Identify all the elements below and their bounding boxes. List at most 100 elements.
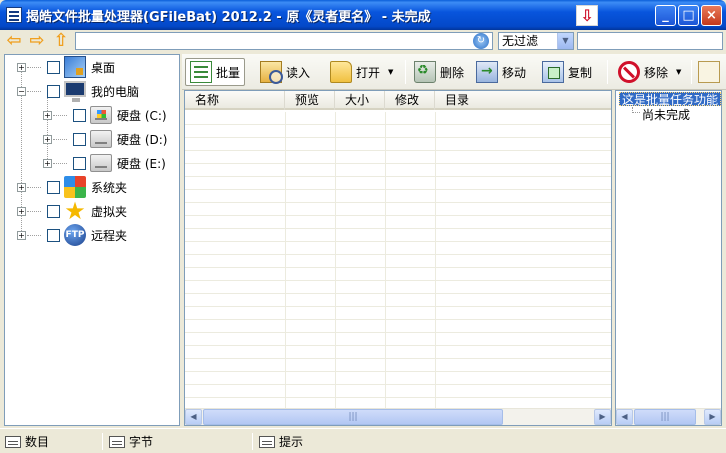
move-button[interactable]: 移动 xyxy=(476,58,526,86)
scroll-right-icon[interactable]: ▶ xyxy=(704,409,721,425)
expand-icon[interactable]: + xyxy=(17,182,26,192)
tree-item-virtual-folder[interactable]: + ★ 虚拟夹 xyxy=(17,197,128,225)
tree-item-label: 我的电脑 xyxy=(91,84,140,99)
scroll-thumb[interactable]: ||| xyxy=(634,409,696,425)
scroll-left-icon[interactable]: ◀ xyxy=(185,409,202,425)
expand-icon[interactable]: + xyxy=(17,206,26,216)
tree-item-label: 桌面 xyxy=(91,60,116,75)
open-button[interactable]: 打开 ▼ xyxy=(330,58,393,86)
move-icon xyxy=(476,61,498,83)
folder-icon xyxy=(330,61,352,83)
bytes-label: 字节 xyxy=(129,435,154,449)
tree-item-drive-e[interactable]: + 硬盘 (E:) xyxy=(43,152,166,174)
status-bytes: 字节 xyxy=(104,432,153,451)
count-label: 数目 xyxy=(25,435,50,449)
filter-select[interactable]: 无过滤 ▼ xyxy=(498,32,574,50)
bytes-icon xyxy=(109,435,125,448)
task-panel[interactable]: 这是批量任务功能 尚未完成 ◀ ||| ▶ xyxy=(615,90,722,426)
chevron-down-icon[interactable]: ▼ xyxy=(676,68,681,76)
status-tip: 提示 xyxy=(254,432,303,451)
drive-icon xyxy=(90,106,112,124)
download-arrow-icon[interactable]: ⇩ xyxy=(576,5,598,26)
checkbox[interactable] xyxy=(73,132,86,146)
back-arrow-icon[interactable]: ⇦ xyxy=(4,32,24,50)
title-bar: 揭皓文件批量处理器(GFileBat) 2012.2 - 原《灵者更名》 - 未… xyxy=(0,0,726,30)
column-header-size[interactable]: 大小 xyxy=(335,91,385,110)
tip-icon xyxy=(259,435,275,448)
computer-icon xyxy=(64,81,86,102)
scroll-thumb[interactable]: ||| xyxy=(203,409,503,425)
count-icon xyxy=(5,435,21,448)
checkbox[interactable] xyxy=(47,204,60,218)
copy-label: 复制 xyxy=(568,65,593,80)
tree-item-my-computer[interactable]: − 我的电脑 xyxy=(17,80,139,102)
expand-icon[interactable]: + xyxy=(17,230,26,240)
expand-icon[interactable]: + xyxy=(43,110,52,120)
batch-button[interactable]: 批量 xyxy=(185,58,246,86)
tree-item-remote-folder[interactable]: + FTP 远程夹 xyxy=(17,224,127,246)
go-refresh-icon[interactable]: ↻ xyxy=(473,33,489,49)
main-toolbar: 批量 读入 打开 ▼ 删除 移动 复制 移除 ▼ xyxy=(182,54,726,90)
up-arrow-icon[interactable]: ⇧ xyxy=(51,32,71,50)
filter-input[interactable] xyxy=(577,32,723,50)
delete-button[interactable]: 删除 xyxy=(414,58,464,86)
ftp-icon: FTP xyxy=(64,224,86,246)
desktop-icon xyxy=(64,56,86,78)
scroll-right-icon[interactable]: ▶ xyxy=(594,409,611,425)
remove-button[interactable]: 移除 ▼ xyxy=(618,58,681,86)
tree-item-drive-c[interactable]: + 硬盘 (C:) xyxy=(43,104,167,126)
copy-icon xyxy=(542,61,564,83)
remove-label: 移除 xyxy=(644,65,669,80)
status-count: 数目 xyxy=(0,432,49,451)
chevron-down-icon[interactable]: ▼ xyxy=(388,68,393,76)
column-header-modified[interactable]: 修改 xyxy=(385,91,435,110)
tree-item-label: 系统夹 xyxy=(91,180,128,195)
read-button[interactable]: 读入 xyxy=(260,58,310,86)
expand-icon[interactable]: + xyxy=(43,158,52,168)
clipboard-icon xyxy=(698,61,720,83)
collapse-icon[interactable]: − xyxy=(17,86,26,96)
tree-item-drive-d[interactable]: + 硬盘 (D:) xyxy=(43,128,167,150)
task-title[interactable]: 这是批量任务功能 xyxy=(619,92,721,107)
scroll-left-icon[interactable]: ◀ xyxy=(616,409,633,425)
system-folder-icon xyxy=(64,176,86,198)
status-bar: 数目 字节 提示 xyxy=(0,428,726,453)
checkbox[interactable] xyxy=(47,60,60,74)
batch-label: 批量 xyxy=(216,65,241,80)
checkbox[interactable] xyxy=(47,84,60,98)
checkbox[interactable] xyxy=(47,180,60,194)
tree-item-label: 虚拟夹 xyxy=(91,204,128,219)
column-header-name[interactable]: 名称 xyxy=(185,91,285,110)
forward-arrow-icon[interactable]: ⇨ xyxy=(27,32,47,50)
folder-tree: + 桌面 − 我的电脑 + 硬盘 (C:) + 硬盘 (D:) + 硬盘 (E:… xyxy=(4,54,180,426)
tree-item-system-folder[interactable]: + 系统夹 xyxy=(17,176,127,198)
task-subitem[interactable]: 尚未完成 xyxy=(642,106,690,123)
path-input[interactable] xyxy=(75,32,493,50)
column-header-preview[interactable]: 预览 xyxy=(285,91,335,110)
horizontal-scrollbar[interactable]: ◀ ||| ▶ xyxy=(185,408,611,425)
task-horizontal-scrollbar[interactable]: ◀ ||| ▶ xyxy=(616,408,721,425)
star-icon: ★ xyxy=(64,197,86,225)
expand-icon[interactable]: + xyxy=(43,134,52,144)
copy-button[interactable]: 复制 xyxy=(542,58,592,86)
column-header-directory[interactable]: 目录 xyxy=(435,91,611,110)
tree-item-label: 硬盘 (D:) xyxy=(117,132,168,147)
tree-item-label: 硬盘 (C:) xyxy=(117,108,167,123)
tree-item-desktop[interactable]: + 桌面 xyxy=(17,56,115,78)
file-list[interactable]: 名称 预览 大小 修改 目录 ◀ ||| ▶ xyxy=(184,90,612,426)
maximize-button[interactable]: □ xyxy=(678,5,699,26)
minimize-button[interactable]: _ xyxy=(655,5,676,26)
tree-item-label: 远程夹 xyxy=(91,228,128,243)
file-list-body[interactable] xyxy=(185,112,611,412)
checkbox[interactable] xyxy=(73,156,86,170)
chevron-down-icon[interactable]: ▼ xyxy=(557,33,573,49)
checkbox[interactable] xyxy=(47,228,60,242)
close-button[interactable]: × xyxy=(701,5,722,26)
clipboard-button[interactable] xyxy=(698,58,724,86)
expand-icon[interactable]: + xyxy=(17,62,26,72)
read-label: 读入 xyxy=(286,65,311,80)
list-icon xyxy=(190,61,212,83)
checkbox[interactable] xyxy=(73,108,86,122)
tree-item-label: 硬盘 (E:) xyxy=(117,156,166,171)
recycle-bin-icon xyxy=(414,61,436,83)
